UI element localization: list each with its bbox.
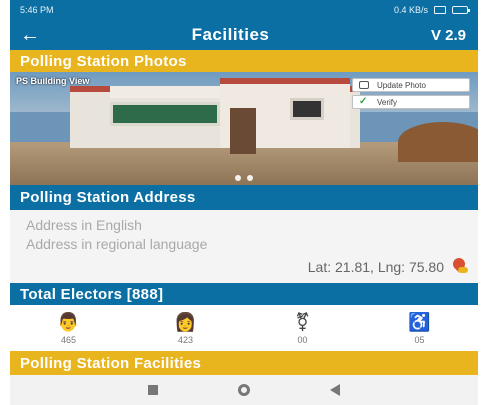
third-gender-icon: ⚧ [294,312,311,332]
verify-button[interactable]: ✓ Verify [352,95,470,109]
verify-label: Verify [377,97,398,107]
page-title: Facilities [191,25,270,44]
network-speed: 0.4 KB/s [393,5,428,15]
map-pin-icon[interactable] [450,255,468,276]
status-bar: 5:46 PM 0.4 KB/s [10,0,478,20]
recent-apps-icon[interactable] [148,385,158,395]
photo-window [290,98,324,120]
checkmark-icon: ✓ [359,96,368,107]
update-photo-button[interactable]: Update Photo [352,78,470,92]
location-row: Lat: 21.81, Lng: 75.80 [307,255,468,276]
electors-section-header: Total Electors [888] [10,283,478,305]
system-nav-bar [10,375,478,405]
photo-building-wing [220,78,350,154]
female-count: 423 [177,335,194,345]
address-panel: Address in English Address in regional l… [10,210,478,283]
back-arrow-icon[interactable]: ← [10,24,50,47]
signal-icon [434,6,446,14]
carousel-dot[interactable] [247,175,253,181]
update-photo-label: Update Photo [377,80,426,90]
battery-icon [452,6,470,14]
elector-group-pwd: ♿ 05 [390,311,450,345]
home-icon[interactable] [238,384,250,396]
back-triangle-icon[interactable] [330,384,340,396]
elector-group-male: 👨 465 [39,311,99,345]
facilities-section-header[interactable]: Polling Station Facilities [10,351,478,375]
photo-actions: Update Photo ✓ Verify [352,78,470,112]
app-bar: ← Facilities V 2.9 [10,20,478,50]
address-section-header: Polling Station Address [10,185,478,210]
status-indicators: 0.4 KB/s [393,5,470,15]
photo-label: PS Building View [16,76,90,86]
app-version: V 2.9 [430,26,466,44]
male-count: 465 [60,335,77,345]
status-time: 5:46 PM [20,5,54,15]
photo-dirt-pile [398,122,478,162]
pwd-count: 05 [414,335,425,345]
carousel-dot[interactable] [235,175,241,181]
third-gender-count: 00 [297,335,308,345]
photo-door [230,108,256,154]
female-icon: 👩 [174,312,197,332]
elector-group-third-gender: ⚧ 00 [273,311,333,345]
lat-lng-text: Lat: 21.81, Lng: 75.80 [307,259,444,275]
address-english-field[interactable]: Address in English [26,216,462,235]
photos-section-header: Polling Station Photos [10,50,478,72]
male-icon: 👨 [57,312,80,332]
photo-blackboard [110,102,220,126]
camera-icon [359,81,369,89]
elector-group-female: 👩 423 [156,311,216,345]
photo-signboard [110,86,220,98]
ps-building-photo[interactable]: PS Building View Update Photo ✓ Verify [10,72,478,185]
carousel-indicator [10,175,478,181]
address-regional-field[interactable]: Address in regional language [26,235,462,254]
wheelchair-icon: ♿ [408,312,431,332]
electors-breakdown: 👨 465 👩 423 ⚧ 00 ♿ 05 [10,305,478,351]
